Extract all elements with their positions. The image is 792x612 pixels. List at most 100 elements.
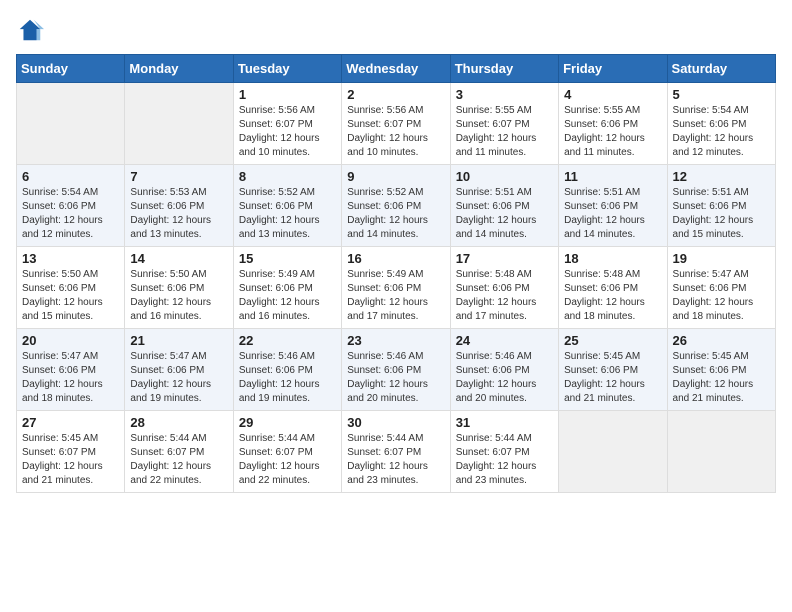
day-info: Sunrise: 5:55 AM Sunset: 6:07 PM Dayligh… xyxy=(456,104,553,160)
day-info: Sunrise: 5:44 AM Sunset: 6:07 PM Dayligh… xyxy=(130,432,227,488)
calendar-cell: 15 Sunrise: 5:49 AM Sunset: 6:06 PM Dayli… xyxy=(233,247,341,329)
day-info: Sunrise: 5:51 AM Sunset: 6:06 PM Dayligh… xyxy=(456,186,553,242)
day-number: 3 xyxy=(456,87,553,102)
calendar-cell: 7 Sunrise: 5:53 AM Sunset: 6:06 PM Daylig… xyxy=(125,165,233,247)
calendar-cell: 1 Sunrise: 5:56 AM Sunset: 6:07 PM Daylig… xyxy=(233,83,341,165)
day-info: Sunrise: 5:52 AM Sunset: 6:06 PM Dayligh… xyxy=(239,186,336,242)
calendar-cell: 29 Sunrise: 5:44 AM Sunset: 6:07 PM Dayli… xyxy=(233,411,341,493)
day-number: 1 xyxy=(239,87,336,102)
calendar-cell: 21 Sunrise: 5:47 AM Sunset: 6:06 PM Dayli… xyxy=(125,329,233,411)
calendar-week-row: 13 Sunrise: 5:50 AM Sunset: 6:06 PM Dayli… xyxy=(17,247,776,329)
calendar-cell: 11Sunrise: 5:51 AM Sunset: 6:06 PM Dayli… xyxy=(559,165,667,247)
day-of-week-header: Wednesday xyxy=(342,55,450,83)
day-of-week-header: Friday xyxy=(559,55,667,83)
day-of-week-header: Saturday xyxy=(667,55,775,83)
day-info: Sunrise: 5:45 AM Sunset: 6:06 PM Dayligh… xyxy=(564,350,661,406)
day-number: 16 xyxy=(347,251,444,266)
day-info: Sunrise: 5:52 AM Sunset: 6:06 PM Dayligh… xyxy=(347,186,444,242)
day-number: 28 xyxy=(130,415,227,430)
calendar-cell: 23Sunrise: 5:46 AM Sunset: 6:06 PM Dayli… xyxy=(342,329,450,411)
calendar-cell xyxy=(17,83,125,165)
day-number: 31 xyxy=(456,415,553,430)
logo-icon xyxy=(16,16,44,44)
day-info: Sunrise: 5:49 AM Sunset: 6:06 PM Dayligh… xyxy=(239,268,336,324)
day-number: 4 xyxy=(564,87,661,102)
day-info: Sunrise: 5:45 AM Sunset: 6:07 PM Dayligh… xyxy=(22,432,119,488)
day-info: Sunrise: 5:54 AM Sunset: 6:06 PM Dayligh… xyxy=(22,186,119,242)
day-number: 5 xyxy=(673,87,770,102)
calendar-cell xyxy=(559,411,667,493)
day-of-week-header: Sunday xyxy=(17,55,125,83)
calendar-cell: 6 Sunrise: 5:54 AM Sunset: 6:06 PM Daylig… xyxy=(17,165,125,247)
day-number: 30 xyxy=(347,415,444,430)
calendar-cell: 16 Sunrise: 5:49 AM Sunset: 6:06 PM Dayli… xyxy=(342,247,450,329)
day-info: Sunrise: 5:56 AM Sunset: 6:07 PM Dayligh… xyxy=(239,104,336,160)
calendar-cell: 4 Sunrise: 5:55 AM Sunset: 6:06 PM Daylig… xyxy=(559,83,667,165)
day-number: 6 xyxy=(22,169,119,184)
day-info: Sunrise: 5:51 AM Sunset: 6:06 PM Dayligh… xyxy=(564,186,661,242)
calendar-cell: 17 Sunrise: 5:48 AM Sunset: 6:06 PM Dayli… xyxy=(450,247,558,329)
calendar-cell: 9 Sunrise: 5:52 AM Sunset: 6:06 PM Daylig… xyxy=(342,165,450,247)
day-number: 29 xyxy=(239,415,336,430)
calendar-cell: 18 Sunrise: 5:48 AM Sunset: 6:06 PM Dayli… xyxy=(559,247,667,329)
day-number: 7 xyxy=(130,169,227,184)
day-number: 15 xyxy=(239,251,336,266)
day-info: Sunrise: 5:46 AM Sunset: 6:06 PM Dayligh… xyxy=(239,350,336,406)
calendar-cell: 19Sunrise: 5:47 AM Sunset: 6:06 PM Dayli… xyxy=(667,247,775,329)
calendar-cell: 30 Sunrise: 5:44 AM Sunset: 6:07 PM Dayli… xyxy=(342,411,450,493)
day-info: Sunrise: 5:53 AM Sunset: 6:06 PM Dayligh… xyxy=(130,186,227,242)
day-info: Sunrise: 5:49 AM Sunset: 6:06 PM Dayligh… xyxy=(347,268,444,324)
calendar-cell: 2 Sunrise: 5:56 AM Sunset: 6:07 PM Daylig… xyxy=(342,83,450,165)
calendar-table: SundayMondayTuesdayWednesdayThursdayFrid… xyxy=(16,54,776,493)
day-number: 10 xyxy=(456,169,553,184)
calendar-week-row: 20 Sunrise: 5:47 AM Sunset: 6:06 PM Dayli… xyxy=(17,329,776,411)
logo xyxy=(16,16,48,44)
day-info: Sunrise: 5:46 AM Sunset: 6:06 PM Dayligh… xyxy=(456,350,553,406)
day-number: 2 xyxy=(347,87,444,102)
day-info: Sunrise: 5:46 AM Sunset: 6:06 PM Dayligh… xyxy=(347,350,444,406)
day-number: 24 xyxy=(456,333,553,348)
day-of-week-header: Thursday xyxy=(450,55,558,83)
calendar-cell: 26Sunrise: 5:45 AM Sunset: 6:06 PM Dayli… xyxy=(667,329,775,411)
day-info: Sunrise: 5:47 AM Sunset: 6:06 PM Dayligh… xyxy=(130,350,227,406)
calendar-cell xyxy=(125,83,233,165)
calendar-cell: 10 Sunrise: 5:51 AM Sunset: 6:06 PM Dayli… xyxy=(450,165,558,247)
day-info: Sunrise: 5:45 AM Sunset: 6:06 PM Dayligh… xyxy=(673,350,770,406)
day-number: 13 xyxy=(22,251,119,266)
calendar-week-row: 1 Sunrise: 5:56 AM Sunset: 6:07 PM Daylig… xyxy=(17,83,776,165)
calendar-cell: 22 Sunrise: 5:46 AM Sunset: 6:06 PM Dayli… xyxy=(233,329,341,411)
day-info: Sunrise: 5:51 AM Sunset: 6:06 PM Dayligh… xyxy=(673,186,770,242)
calendar-week-row: 27Sunrise: 5:45 AM Sunset: 6:07 PM Dayli… xyxy=(17,411,776,493)
day-number: 12 xyxy=(673,169,770,184)
day-info: Sunrise: 5:55 AM Sunset: 6:06 PM Dayligh… xyxy=(564,104,661,160)
day-number: 17 xyxy=(456,251,553,266)
day-info: Sunrise: 5:56 AM Sunset: 6:07 PM Dayligh… xyxy=(347,104,444,160)
calendar-cell: 13 Sunrise: 5:50 AM Sunset: 6:06 PM Dayli… xyxy=(17,247,125,329)
day-number: 8 xyxy=(239,169,336,184)
calendar-cell: 27Sunrise: 5:45 AM Sunset: 6:07 PM Dayli… xyxy=(17,411,125,493)
day-number: 21 xyxy=(130,333,227,348)
day-info: Sunrise: 5:44 AM Sunset: 6:07 PM Dayligh… xyxy=(456,432,553,488)
calendar-cell: 3 Sunrise: 5:55 AM Sunset: 6:07 PM Daylig… xyxy=(450,83,558,165)
day-number: 22 xyxy=(239,333,336,348)
calendar-cell xyxy=(667,411,775,493)
day-number: 20 xyxy=(22,333,119,348)
day-info: Sunrise: 5:44 AM Sunset: 6:07 PM Dayligh… xyxy=(347,432,444,488)
calendar-cell: 5Sunrise: 5:54 AM Sunset: 6:06 PM Daylig… xyxy=(667,83,775,165)
day-info: Sunrise: 5:47 AM Sunset: 6:06 PM Dayligh… xyxy=(22,350,119,406)
calendar-cell: 20 Sunrise: 5:47 AM Sunset: 6:06 PM Dayli… xyxy=(17,329,125,411)
day-info: Sunrise: 5:47 AM Sunset: 6:06 PM Dayligh… xyxy=(673,268,770,324)
day-info: Sunrise: 5:48 AM Sunset: 6:06 PM Dayligh… xyxy=(564,268,661,324)
page-header xyxy=(16,16,776,44)
day-info: Sunrise: 5:48 AM Sunset: 6:06 PM Dayligh… xyxy=(456,268,553,324)
calendar-cell: 24 Sunrise: 5:46 AM Sunset: 6:06 PM Dayli… xyxy=(450,329,558,411)
day-info: Sunrise: 5:50 AM Sunset: 6:06 PM Dayligh… xyxy=(130,268,227,324)
calendar-week-row: 6 Sunrise: 5:54 AM Sunset: 6:06 PM Daylig… xyxy=(17,165,776,247)
calendar-cell: 12 Sunrise: 5:51 AM Sunset: 6:06 PM Dayli… xyxy=(667,165,775,247)
day-info: Sunrise: 5:44 AM Sunset: 6:07 PM Dayligh… xyxy=(239,432,336,488)
calendar-header-row: SundayMondayTuesdayWednesdayThursdayFrid… xyxy=(17,55,776,83)
day-info: Sunrise: 5:50 AM Sunset: 6:06 PM Dayligh… xyxy=(22,268,119,324)
calendar-cell: 14Sunrise: 5:50 AM Sunset: 6:06 PM Dayli… xyxy=(125,247,233,329)
day-number: 9 xyxy=(347,169,444,184)
day-number: 18 xyxy=(564,251,661,266)
